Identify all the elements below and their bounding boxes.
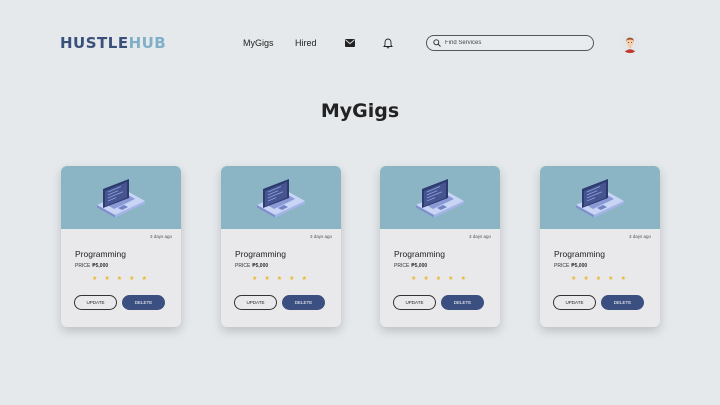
star-icon: ★ (92, 276, 98, 282)
star-icon: ★ (116, 276, 123, 282)
bell-icon[interactable] (381, 36, 395, 50)
star-icon: ★ (301, 276, 307, 282)
avatar-icon[interactable] (620, 33, 640, 53)
laptop-icon (257, 178, 305, 217)
price-label: PRICE (394, 263, 410, 269)
laptop-icon (97, 178, 145, 217)
search-bar[interactable] (426, 35, 594, 51)
rating-stars: ★ ★ ★ ★ ★ (92, 276, 147, 282)
gig-card-date: 3 days ago (628, 234, 651, 239)
gig-card-image (221, 166, 341, 229)
star-icon: ★ (583, 276, 589, 282)
gig-card[interactable]: 3 days ago Programming PRICE ₱5,000 ★ ★ ★ ★ ★… (221, 166, 341, 327)
gig-card-price: PRICE ₱5,000 (554, 263, 587, 269)
star-icon: ★ (448, 276, 454, 282)
gig-card-title: Programming (394, 249, 446, 259)
gig-card[interactable]: 3 days ago Programming PRICE ₱5,000 ★ ★ ★ ★ ★… (61, 166, 181, 327)
star-icon: ★ (141, 276, 147, 282)
update-button[interactable]: UPDATE (234, 295, 277, 310)
gig-card-date: 3 days ago (309, 234, 332, 239)
search-input[interactable] (445, 40, 585, 46)
delete-button[interactable]: DELETE (122, 295, 165, 310)
search-icon (433, 34, 441, 52)
gig-card-title: Programming (75, 249, 127, 259)
star-icon: ★ (264, 276, 270, 282)
gig-card-title: Programming (235, 249, 287, 259)
brand-logo-part2: HUB (128, 34, 167, 52)
star-icon: ★ (252, 276, 258, 282)
star-icon: ★ (276, 276, 283, 282)
price-label: PRICE (235, 263, 251, 269)
star-icon: ★ (620, 276, 626, 282)
rating-stars: ★ ★ ★ ★ ★ (571, 276, 626, 282)
price-label: PRICE (554, 263, 570, 269)
star-icon: ★ (423, 276, 429, 282)
gig-card-price: PRICE ₱5,000 (235, 263, 268, 269)
price-value: ₱5,000 (92, 263, 109, 269)
laptop-icon (416, 178, 464, 217)
price-label: PRICE (75, 263, 91, 269)
price-value: ₱5,000 (411, 263, 428, 269)
star-icon: ★ (411, 276, 417, 282)
nav-link-hired[interactable]: Hired (295, 38, 317, 48)
top-nav-bar: HUSTLEHUB MyGigs Hired (0, 0, 720, 86)
star-icon: ★ (289, 276, 295, 282)
gig-card-date: 3 days ago (149, 234, 172, 239)
gig-card-title: Programming (554, 249, 606, 259)
star-icon: ★ (129, 276, 135, 282)
page-title: MyGigs (320, 100, 400, 122)
star-icon: ★ (460, 276, 466, 282)
gig-card-image (540, 166, 660, 229)
gig-card[interactable]: 3 days ago Programming PRICE ₱5,000 ★ ★ ★ ★ ★… (380, 166, 500, 327)
update-button[interactable]: UPDATE (74, 295, 117, 310)
brand-logo[interactable]: HUSTLEHUB (60, 34, 166, 52)
price-value: ₱5,000 (571, 263, 588, 269)
laptop-icon (576, 178, 624, 217)
update-button[interactable]: UPDATE (393, 295, 436, 310)
gig-card-image (380, 166, 500, 229)
star-icon: ★ (571, 276, 577, 282)
star-icon: ★ (608, 276, 614, 282)
star-icon: ★ (595, 276, 602, 282)
gig-card[interactable]: 3 days ago Programming PRICE ₱5,000 ★ ★ ★ ★ ★… (540, 166, 660, 327)
price-value: ₱5,000 (252, 263, 269, 269)
rating-stars: ★ ★ ★ ★ ★ (411, 276, 466, 282)
delete-button[interactable]: DELETE (601, 295, 644, 310)
star-icon: ★ (435, 276, 442, 282)
mail-icon[interactable] (343, 36, 357, 50)
gig-card-date: 3 days ago (468, 234, 491, 239)
rating-stars: ★ ★ ★ ★ ★ (252, 276, 307, 282)
update-button[interactable]: UPDATE (553, 295, 596, 310)
gig-card-price: PRICE ₱5,000 (394, 263, 427, 269)
gig-card-image (61, 166, 181, 229)
brand-logo-part1: HUSTLE (60, 34, 129, 52)
gig-card-price: PRICE ₱5,000 (75, 263, 108, 269)
nav-link-mygigs[interactable]: MyGigs (243, 38, 274, 48)
delete-button[interactable]: DELETE (441, 295, 484, 310)
delete-button[interactable]: DELETE (282, 295, 325, 310)
star-icon: ★ (104, 276, 110, 282)
